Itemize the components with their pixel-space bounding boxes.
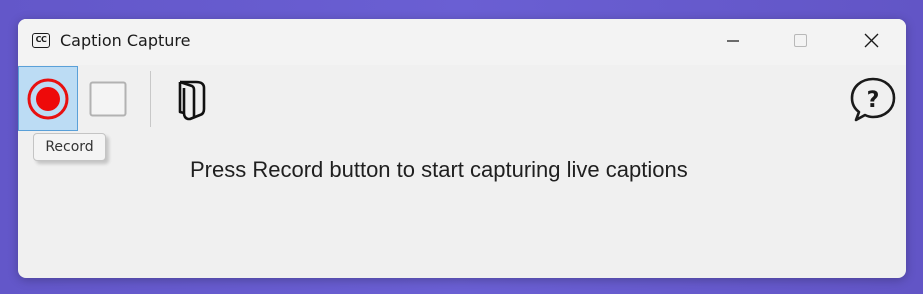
stop-icon: [89, 81, 127, 117]
app-icon-text: CC: [35, 35, 47, 44]
maximize-button[interactable]: [778, 19, 824, 63]
toolbar-separator: [150, 71, 151, 127]
minimize-button[interactable]: [710, 19, 756, 63]
record-button[interactable]: [18, 66, 78, 131]
close-icon: [864, 33, 879, 48]
minimize-icon: [727, 40, 739, 42]
open-folder-button[interactable]: [174, 76, 214, 122]
window-title: Caption Capture: [60, 31, 191, 50]
record-icon: [27, 78, 69, 120]
status-message: Press Record button to start capturing l…: [190, 157, 688, 182]
maximize-icon: [794, 34, 807, 47]
caption-capture-window: CC Caption Capture ? Press Record button…: [18, 19, 906, 278]
open-folder-icon: [178, 80, 206, 121]
close-button[interactable]: [848, 19, 894, 63]
desktop-background: CC Caption Capture ? Press Record button…: [0, 0, 923, 294]
title-bar[interactable]: CC Caption Capture: [18, 19, 906, 65]
help-icon: ?: [850, 77, 896, 122]
svg-text:?: ?: [867, 88, 880, 113]
help-button[interactable]: ?: [848, 75, 898, 125]
stop-button[interactable]: [89, 81, 127, 117]
toolbar: ?: [18, 65, 906, 133]
closed-captions-icon: CC: [32, 33, 50, 48]
record-tooltip: Record: [33, 133, 106, 161]
